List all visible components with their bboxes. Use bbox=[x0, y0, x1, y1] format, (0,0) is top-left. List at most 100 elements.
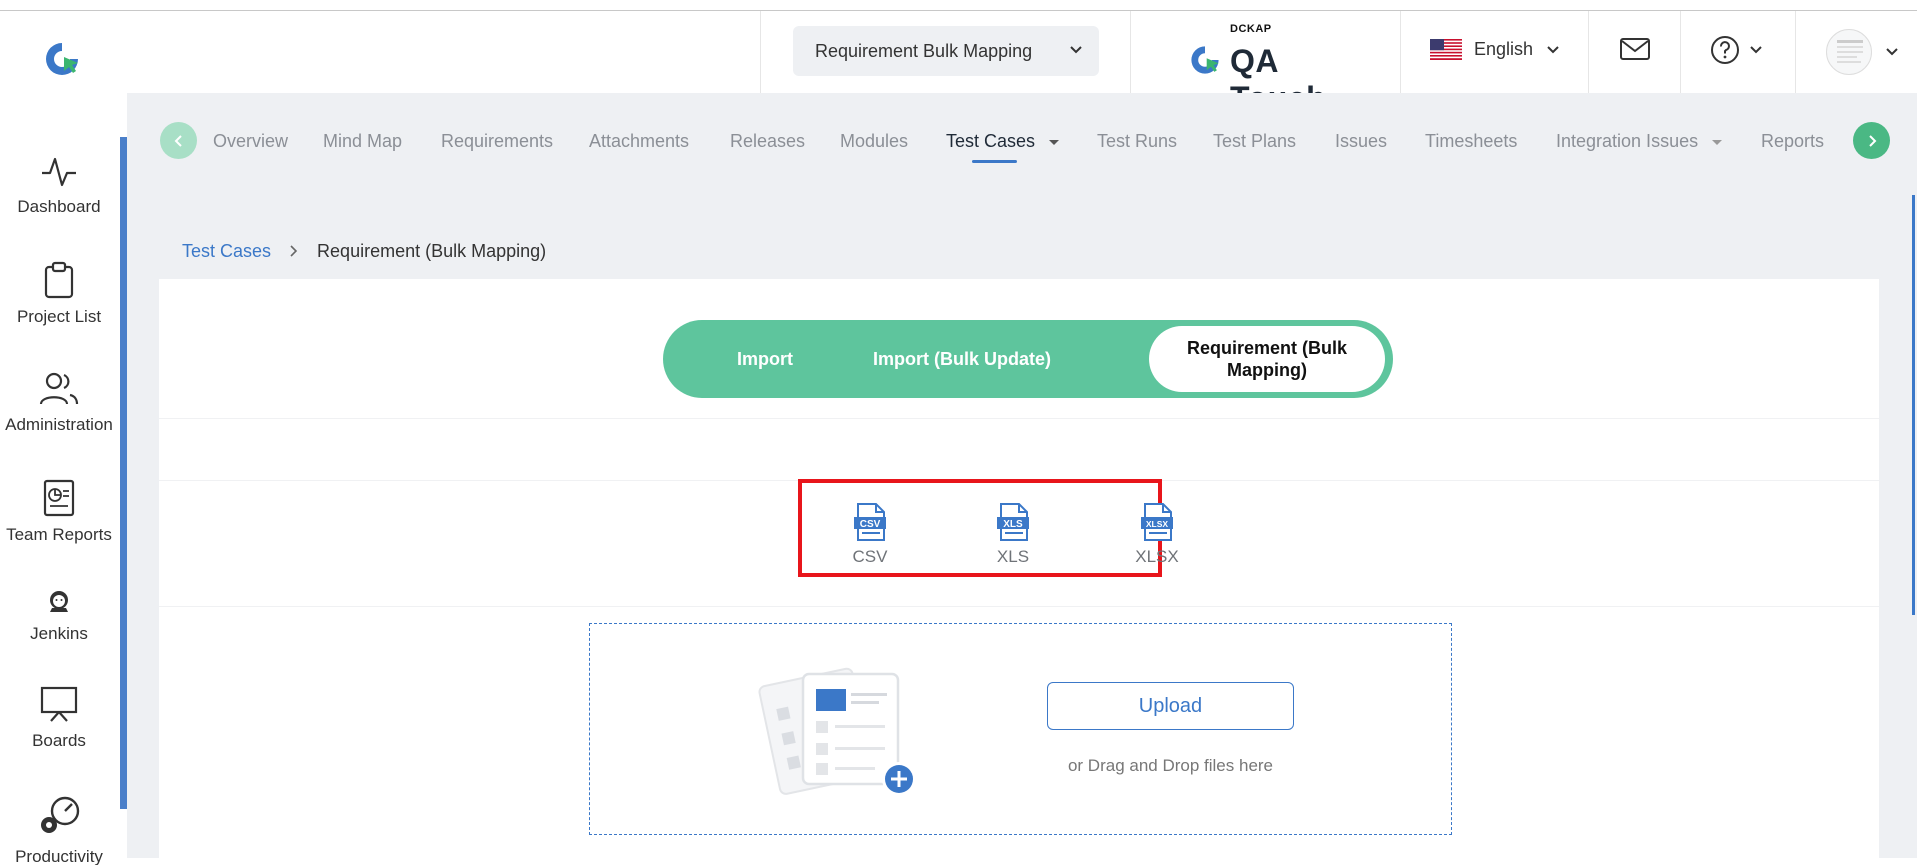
language-select[interactable]: English bbox=[1430, 39, 1561, 60]
sidebar-item-label: Dashboard bbox=[17, 197, 101, 216]
active-tab-indicator bbox=[972, 160, 1017, 163]
brand: DCKAP QA Touch bbox=[1188, 21, 1378, 116]
sidebar-scroll-indicator bbox=[120, 137, 127, 809]
xls-file-icon: XLS bbox=[997, 503, 1029, 541]
sidebar-item-boards[interactable]: Boards bbox=[0, 685, 118, 751]
import-mode-toggle: Import Import (Bulk Update) Requirement … bbox=[663, 320, 1393, 398]
format-xls[interactable]: XLS XLS bbox=[985, 503, 1041, 567]
help-icon bbox=[1711, 36, 1739, 64]
brand-company: DCKAP bbox=[1230, 23, 1272, 35]
tab-test-plans[interactable]: Test Plans bbox=[1213, 131, 1296, 152]
sidebar-item-jenkins[interactable]: Jenkins bbox=[0, 588, 118, 644]
divider bbox=[159, 606, 1879, 607]
project-nav: Overview Mind Map Requirements Attachmen… bbox=[127, 93, 1917, 189]
xlsx-file-icon: XLSX bbox=[1141, 503, 1173, 541]
svg-text:CSV: CSV bbox=[860, 519, 881, 530]
project-select-value: Requirement Bulk Mapping bbox=[815, 40, 1033, 61]
format-label: CSV bbox=[852, 547, 888, 566]
header-divider bbox=[1588, 11, 1589, 93]
tab-attachments[interactable]: Attachments bbox=[589, 131, 689, 152]
brand-logo-icon bbox=[1191, 46, 1219, 74]
header-divider bbox=[1400, 11, 1401, 93]
chevron-right-icon bbox=[1868, 134, 1876, 147]
tab-test-runs[interactable]: Test Runs bbox=[1097, 131, 1177, 152]
sidebar-item-label: Boards bbox=[32, 731, 86, 750]
sidebar-item-label: Project List bbox=[16, 307, 102, 326]
header-divider bbox=[1130, 11, 1131, 93]
chevron-down-icon[interactable] bbox=[1884, 44, 1900, 60]
format-label: XLS bbox=[996, 547, 1030, 566]
format-xlsx[interactable]: XLSX XLSX bbox=[1129, 503, 1185, 567]
tab-overview[interactable]: Overview bbox=[213, 131, 288, 152]
activity-icon bbox=[42, 157, 76, 187]
svg-text:XLS: XLS bbox=[1003, 519, 1023, 530]
svg-text:XLSX: XLSX bbox=[1146, 519, 1169, 529]
document-upload-illustration bbox=[758, 667, 916, 796]
chevron-right-icon bbox=[290, 245, 298, 257]
tab-timesheets[interactable]: Timesheets bbox=[1425, 131, 1517, 152]
chevron-down-icon bbox=[1750, 46, 1762, 54]
avatar-image bbox=[1837, 40, 1863, 63]
file-format-options: CSV CSV XLS XLS XLSX XLSX bbox=[798, 479, 1179, 577]
mail-button[interactable] bbox=[1619, 35, 1651, 68]
sidebar-item-dashboard[interactable]: Dashboard bbox=[0, 155, 118, 217]
chevron-left-icon bbox=[174, 134, 182, 147]
users-icon bbox=[39, 372, 79, 405]
gears-icon bbox=[41, 796, 80, 833]
mail-icon bbox=[1620, 38, 1650, 60]
sidebar-item-label: Administration bbox=[5, 415, 113, 434]
chevron-down-icon bbox=[1547, 45, 1559, 53]
format-csv[interactable]: CSV CSV bbox=[842, 503, 898, 567]
qa-touch-logo[interactable] bbox=[42, 39, 82, 79]
tab-label: Test Cases bbox=[946, 131, 1036, 151]
toggle-import[interactable]: Import bbox=[663, 320, 867, 398]
breadcrumb-test-cases[interactable]: Test Cases bbox=[182, 241, 271, 262]
drag-drop-hint: or Drag and Drop files here bbox=[1067, 756, 1274, 775]
divider bbox=[159, 418, 1879, 419]
header-divider bbox=[1795, 11, 1796, 93]
help-button[interactable] bbox=[1710, 35, 1764, 65]
caret-down-icon bbox=[1049, 140, 1060, 145]
sidebar-item-label: Jenkins bbox=[30, 624, 88, 643]
user-avatar[interactable] bbox=[1826, 29, 1872, 75]
us-flag-icon bbox=[1430, 39, 1462, 60]
sidebar-item-team-reports[interactable]: Team Reports bbox=[0, 479, 118, 545]
tab-requirements[interactable]: Requirements bbox=[441, 131, 553, 152]
csv-file-icon: CSV bbox=[854, 503, 886, 541]
nav-prev-button[interactable] bbox=[160, 122, 197, 159]
header: Requirement Bulk Mapping DCKAP QA Touch … bbox=[0, 11, 1917, 116]
header-divider bbox=[1680, 11, 1681, 93]
tab-releases[interactable]: Releases bbox=[730, 131, 805, 152]
tab-modules[interactable]: Modules bbox=[840, 131, 908, 152]
page-scrollbar[interactable] bbox=[1912, 195, 1915, 615]
tab-test-cases[interactable]: Test Cases bbox=[946, 131, 1060, 152]
report-icon bbox=[43, 479, 75, 517]
board-icon bbox=[40, 686, 78, 722]
project-select[interactable]: Requirement Bulk Mapping bbox=[793, 26, 1099, 76]
file-dropzone[interactable]: Upload or Drag and Drop files here bbox=[589, 623, 1452, 835]
sidebar-item-project-list[interactable]: Project List bbox=[0, 261, 118, 327]
format-label: XLSX bbox=[1135, 547, 1179, 566]
upload-button[interactable]: Upload bbox=[1047, 682, 1294, 730]
toggle-import-bulk-update[interactable]: Import (Bulk Update) bbox=[867, 320, 1057, 398]
tab-mind-map[interactable]: Mind Map bbox=[323, 131, 402, 152]
tab-integration-issues[interactable]: Integration Issues bbox=[1556, 131, 1723, 152]
header-divider bbox=[760, 11, 761, 93]
language-label: English bbox=[1474, 39, 1534, 59]
breadcrumb: Test Cases Requirement (Bulk Mapping) bbox=[159, 223, 1879, 279]
sidebar: Dashboard Project List Administration Te… bbox=[0, 93, 127, 865]
tab-issues[interactable]: Issues bbox=[1335, 131, 1387, 152]
chevron-down-icon bbox=[1070, 46, 1082, 54]
toggle-requirement-bulk-mapping[interactable]: Requirement (Bulk Mapping) bbox=[1149, 326, 1385, 392]
bottom-strip bbox=[127, 858, 1917, 865]
sidebar-item-administration[interactable]: Administration bbox=[0, 371, 118, 435]
tab-reports[interactable]: Reports bbox=[1761, 131, 1824, 152]
tab-label: Integration Issues bbox=[1556, 131, 1699, 151]
nav-next-button[interactable] bbox=[1853, 122, 1890, 159]
sidebar-item-productivity[interactable]: Productivity bbox=[0, 793, 118, 865]
sidebar-item-label: Productivity bbox=[15, 847, 103, 865]
caret-down-icon bbox=[1712, 140, 1723, 145]
jenkins-icon bbox=[50, 591, 68, 612]
breadcrumb-current: Requirement (Bulk Mapping) bbox=[317, 240, 547, 261]
app: Requirement Bulk Mapping DCKAP QA Touch … bbox=[0, 0, 1917, 865]
